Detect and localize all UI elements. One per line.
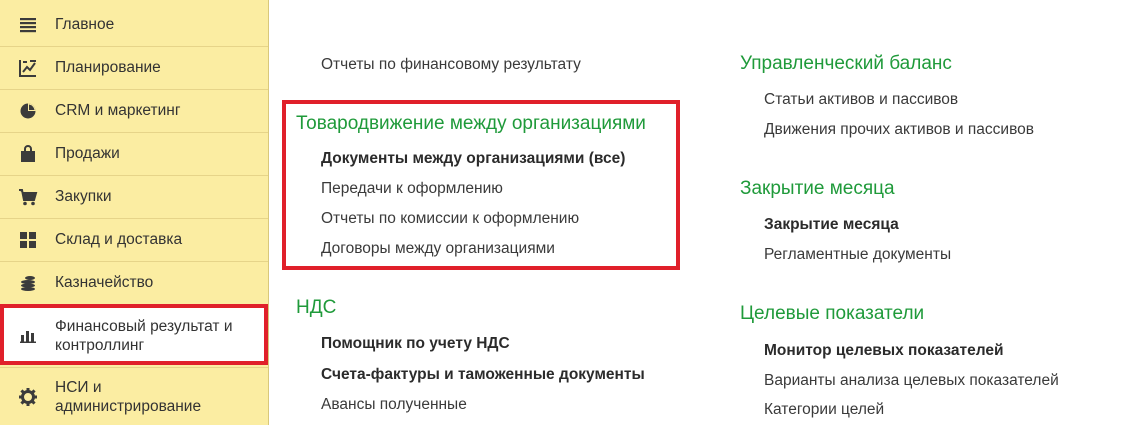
gear-icon: [18, 387, 38, 407]
bar-chart-icon: [18, 325, 38, 345]
sidebar-item-crm[interactable]: CRM и маркетинг: [0, 91, 268, 131]
menu-lines-icon: [18, 15, 38, 35]
divider: [0, 132, 268, 133]
divider: [0, 218, 268, 219]
link-vat-assistant[interactable]: Помощник по учету НДС: [321, 334, 510, 354]
sidebar-item-label: Казначейство: [55, 274, 154, 291]
divider: [0, 175, 268, 176]
sidebar-item-label: Главное: [55, 16, 115, 33]
group-title-goods-movement: Товародвижение между организациями: [296, 113, 646, 134]
link-other-asset-movements[interactable]: Движения прочих активов и пассивов: [764, 120, 1034, 140]
pie-chart-icon: [18, 101, 38, 121]
planning-icon: [18, 58, 38, 78]
cart-icon: [18, 187, 38, 207]
link-target-monitor[interactable]: Монитор целевых показателей: [764, 341, 1004, 361]
link-regulatory-documents[interactable]: Регламентные документы: [764, 245, 951, 265]
sidebar-item-main[interactable]: Главное: [0, 5, 268, 45]
sidebar-item-financial-result[interactable]: Финансовый результат и контроллинг: [0, 304, 268, 365]
sidebar-item-label: CRM и маркетинг: [55, 102, 181, 119]
link-commission-reports[interactable]: Отчеты по комиссии к оформлению: [321, 209, 579, 229]
sidebar: Главное Планирование CRM и маркетинг Про…: [0, 0, 269, 425]
link-transfers-to-process[interactable]: Передачи к оформлению: [321, 179, 503, 199]
divider: [0, 89, 268, 90]
link-goal-categories[interactable]: Категории целей: [764, 400, 884, 420]
link-inter-org-contracts[interactable]: Договоры между организациями: [321, 239, 555, 259]
link-financial-result-reports[interactable]: Отчеты по финансовому результату: [321, 55, 581, 75]
sidebar-item-sales[interactable]: Продажи: [0, 134, 268, 174]
link-invoices-customs[interactable]: Счета-фактуры и таможенные документы: [321, 365, 645, 385]
coins-icon: [18, 273, 38, 293]
group-title-target-indicators: Целевые показатели: [740, 303, 925, 324]
divider: [0, 261, 268, 262]
group-title-management-balance: Управленческий баланс: [740, 53, 952, 74]
sidebar-item-label: администрирование: [55, 398, 202, 415]
link-month-close[interactable]: Закрытие месяца: [764, 215, 899, 235]
group-title-vat: НДС: [296, 297, 337, 318]
sidebar-item-label: НСИ и: [55, 379, 102, 396]
sidebar-item-label: Продажи: [55, 145, 120, 162]
link-inter-org-documents[interactable]: Документы между организациями (все): [321, 149, 625, 169]
warehouse-icon: [18, 230, 38, 250]
sidebar-item-admin[interactable]: НСИ и администрирование: [0, 369, 268, 425]
link-advances-received[interactable]: Авансы полученные: [321, 395, 467, 415]
link-asset-liability-items[interactable]: Статьи активов и пассивов: [764, 90, 958, 110]
sidebar-item-treasury[interactable]: Казначейство: [0, 263, 268, 303]
group-title-month-close: Закрытие месяца: [740, 178, 895, 199]
sidebar-item-warehouse[interactable]: Склад и доставка: [0, 220, 268, 260]
sidebar-item-purchases[interactable]: Закупки: [0, 177, 268, 217]
divider: [0, 367, 268, 368]
divider: [0, 46, 268, 47]
sidebar-item-label: Закупки: [55, 188, 112, 205]
shopping-bag-icon: [18, 144, 38, 164]
sidebar-item-label: контроллинг: [55, 337, 145, 354]
sidebar-item-label: Планирование: [55, 59, 161, 76]
sidebar-item-planning[interactable]: Планирование: [0, 48, 268, 88]
link-target-analysis-variants[interactable]: Варианты анализа целевых показателей: [764, 371, 1059, 391]
sidebar-item-label: Финансовый результат и: [55, 318, 233, 335]
sidebar-item-label: Склад и доставка: [55, 231, 183, 248]
